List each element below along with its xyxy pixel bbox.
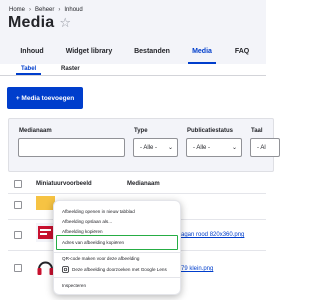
column-header-thumbnail[interactable]: Miniatuurvoorbeeld: [36, 181, 92, 187]
column-header-medianaam[interactable]: Medianaam: [127, 181, 160, 187]
select-all-checkbox[interactable]: [14, 180, 22, 188]
menu-item-open-image-new-tab[interactable]: Afbeelding openen in nieuw tabblad: [62, 209, 135, 214]
primary-tabs: Inhoud Widget library Bestanden Media FA…: [0, 38, 266, 64]
page-title-row: Media ☆: [8, 14, 71, 32]
google-lens-icon: [62, 266, 69, 273]
menu-item-save-image-as[interactable]: Afbeelding opslaan als...: [62, 219, 112, 224]
row-checkbox[interactable]: [14, 264, 22, 272]
secondary-tabs: Tabel Raster: [0, 64, 266, 76]
type-select[interactable]: - Alle - ⌄: [133, 138, 178, 157]
type-label: Type: [134, 128, 148, 134]
menu-item-inspect[interactable]: Inspecteren: [62, 283, 86, 288]
taal-label: Taal: [251, 128, 263, 134]
menu-item-create-qr-code[interactable]: QR-code maken voor deze afbeelding: [62, 256, 139, 261]
table-header: Miniatuurvoorbeeld Medianaam: [0, 175, 266, 193]
menu-item-copy-image[interactable]: Afbeelding kopiëren: [62, 229, 103, 234]
medianaam-input[interactable]: [18, 138, 125, 157]
page-header: Home › Beheer › Inhoud Media ☆ Inhoud Wi…: [0, 0, 266, 64]
media-name-link[interactable]: agan rood 820x360.png: [181, 232, 244, 238]
menu-item-search-google-lens[interactable]: Deze afbeelding doorzoeken met Google Le…: [72, 267, 167, 272]
taal-select-value: - Al: [257, 144, 266, 151]
page-title: Media: [8, 14, 55, 31]
tab-tabel[interactable]: Tabel: [15, 66, 42, 75]
chevron-down-icon: ⌄: [231, 145, 237, 151]
publicatiestatus-select[interactable]: - Alle - ⌄: [186, 138, 242, 157]
media-name-link[interactable]: 79 klein.png: [181, 266, 213, 272]
chevron-right-icon: ›: [58, 7, 61, 13]
row-checkbox[interactable]: [14, 231, 22, 239]
tab-faq[interactable]: FAQ: [235, 38, 249, 64]
menu-divider: [54, 277, 182, 278]
tab-bestanden[interactable]: Bestanden: [134, 38, 170, 64]
divider: [8, 193, 266, 194]
context-menu: Afbeelding openen in nieuw tabblad Afbee…: [53, 200, 182, 295]
tab-inhoud[interactable]: Inhoud: [20, 38, 43, 64]
menu-divider: [54, 252, 182, 253]
breadcrumb-beheer-link[interactable]: Beheer: [35, 7, 54, 13]
add-media-button[interactable]: + Media toevoegen: [7, 87, 83, 109]
filter-panel: Medianaam Type - Alle - ⌄ Publicatiestat…: [8, 118, 280, 172]
star-icon[interactable]: ☆: [59, 15, 71, 31]
tab-raster[interactable]: Raster: [61, 66, 80, 72]
tab-media[interactable]: Media: [188, 38, 216, 64]
medianaam-label: Medianaam: [19, 128, 52, 134]
publicatiestatus-label: Publicatiestatus: [187, 128, 234, 134]
breadcrumb: Home › Beheer › Inhoud: [9, 7, 83, 13]
menu-item-copy-image-address[interactable]: Adres van afbeelding kopiëren: [62, 240, 124, 245]
taal-select[interactable]: - Al: [250, 138, 280, 157]
chevron-down-icon: ⌄: [167, 145, 173, 151]
breadcrumb-home-link[interactable]: Home: [9, 7, 25, 13]
breadcrumb-inhoud-link[interactable]: Inhoud: [64, 7, 82, 13]
type-select-value: - Alle -: [140, 144, 158, 151]
chevron-right-icon: ›: [29, 7, 32, 13]
tab-widget-library[interactable]: Widget library: [64, 38, 114, 64]
row-checkbox[interactable]: [14, 201, 22, 209]
publicatiestatus-select-value: - Alle -: [193, 144, 211, 151]
